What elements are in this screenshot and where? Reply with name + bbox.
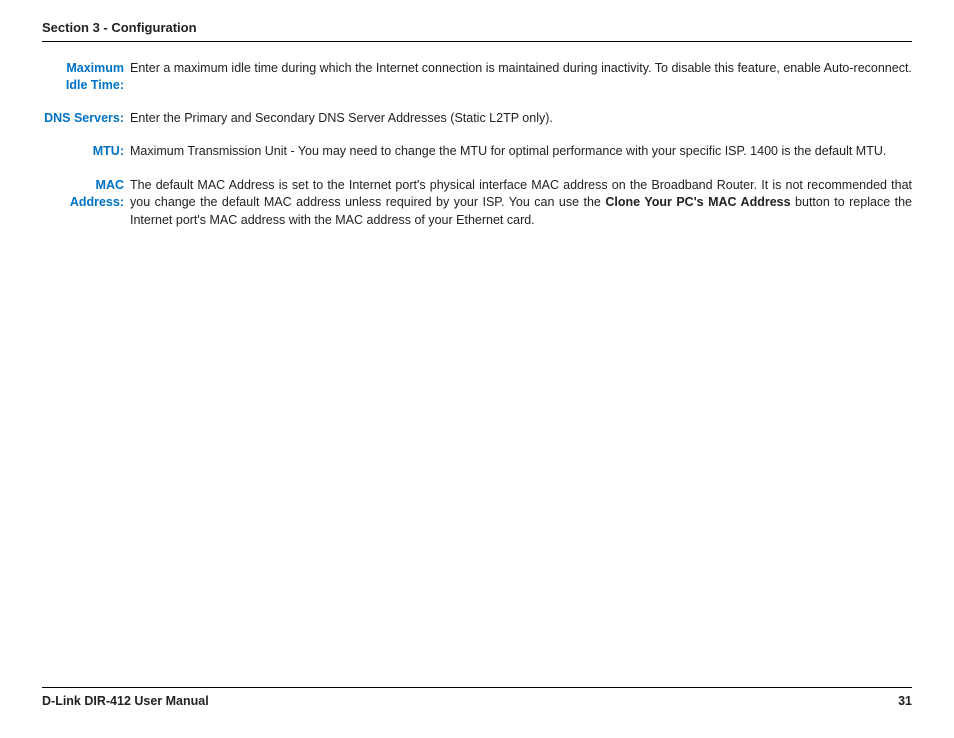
- desc-max-idle: Enter a maximum idle time during which t…: [128, 60, 912, 78]
- desc-mtu: Maximum Transmission Unit - You may need…: [128, 143, 912, 161]
- row-dns: DNS Servers: Enter the Primary and Secon…: [42, 110, 912, 128]
- desc-dns: Enter the Primary and Secondary DNS Serv…: [128, 110, 912, 128]
- footer-page-number: 31: [898, 694, 912, 708]
- label-dns: DNS Servers:: [42, 110, 128, 127]
- label-mac: MAC Address:: [42, 177, 128, 211]
- content-block: Maximum Idle Time: Enter a maximum idle …: [42, 60, 912, 229]
- section-header: Section 3 - Configuration: [42, 20, 912, 42]
- row-mac: MAC Address: The default MAC Address is …: [42, 177, 912, 230]
- label-mtu: MTU:: [42, 143, 128, 160]
- footer-manual-title: D-Link DIR-412 User Manual: [42, 694, 209, 708]
- desc-mac: The default MAC Address is set to the In…: [128, 177, 912, 230]
- page-footer: D-Link DIR-412 User Manual 31: [42, 687, 912, 708]
- label-max-idle: Maximum Idle Time:: [42, 60, 128, 94]
- row-max-idle: Maximum Idle Time: Enter a maximum idle …: [42, 60, 912, 94]
- mac-bold: Clone Your PC's MAC Address: [605, 195, 790, 209]
- row-mtu: MTU: Maximum Transmission Unit - You may…: [42, 143, 912, 161]
